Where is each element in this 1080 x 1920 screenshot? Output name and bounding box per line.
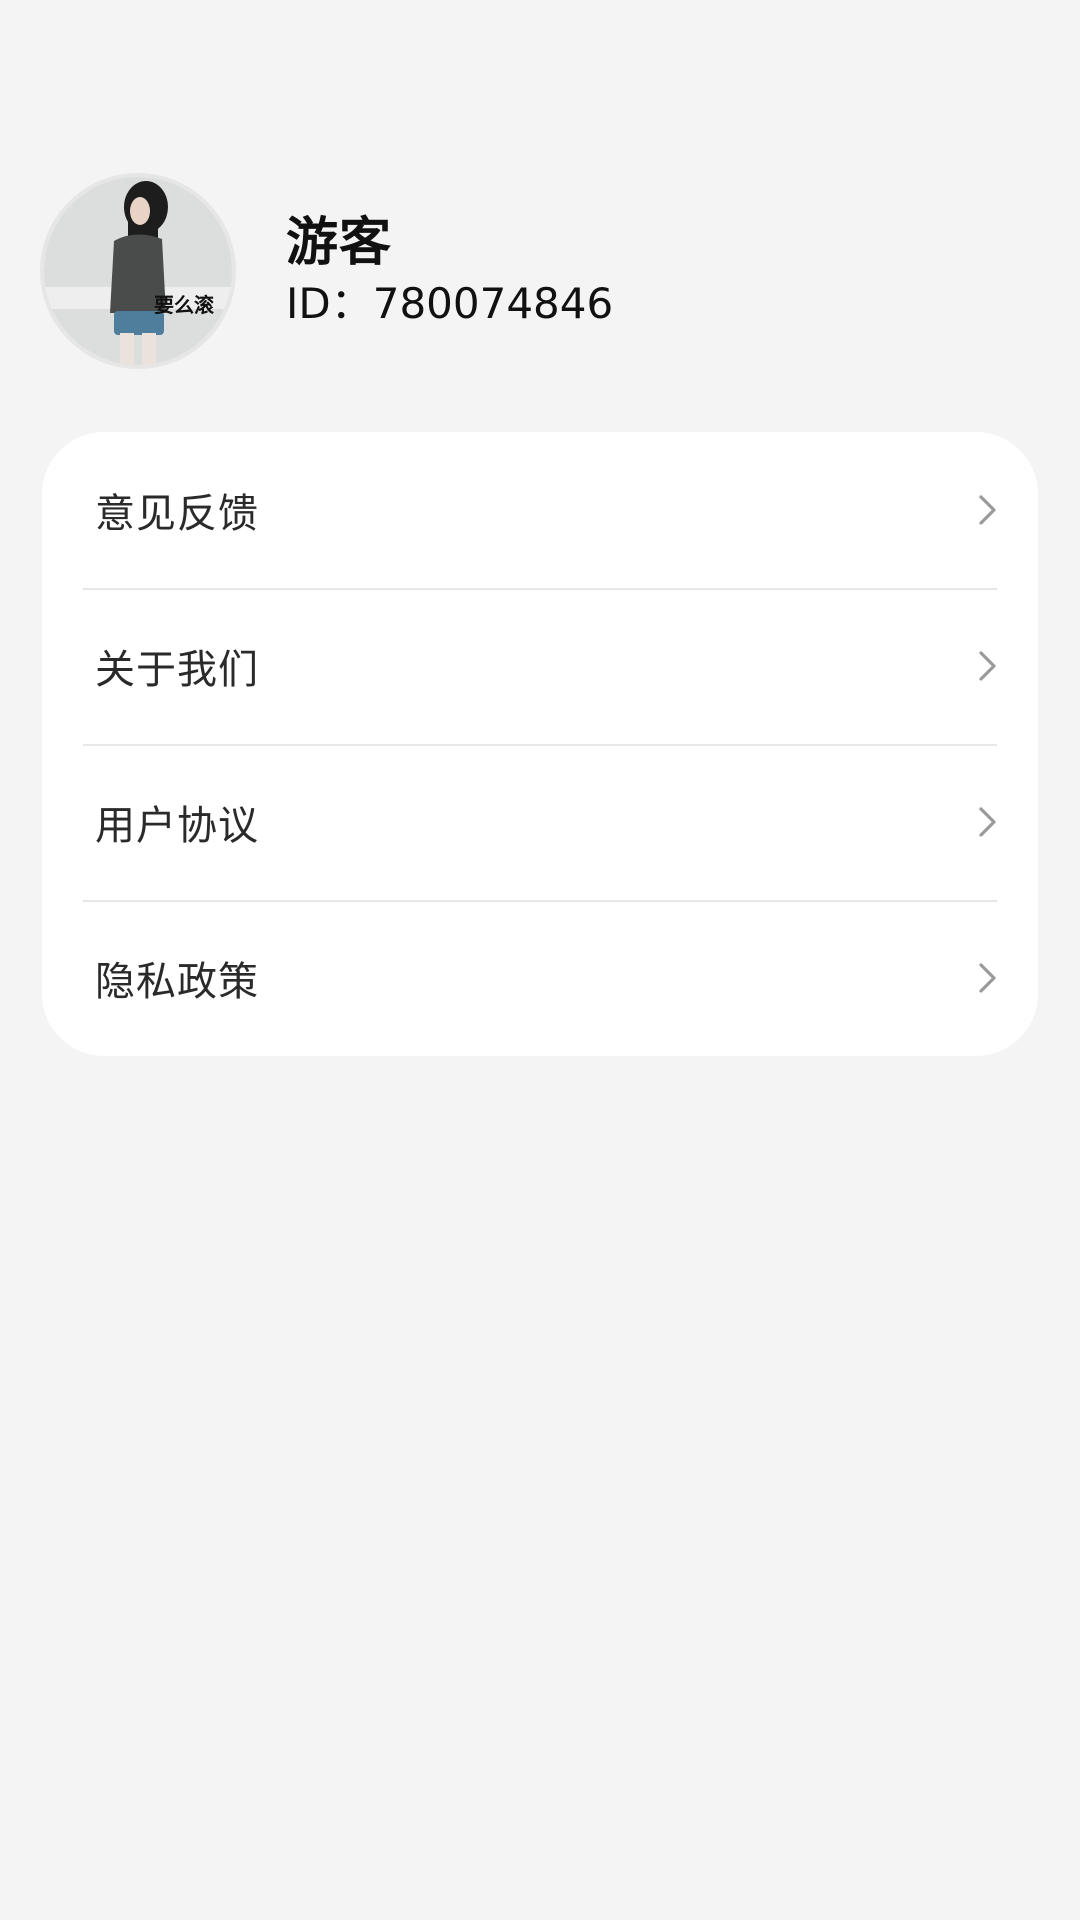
- profile-info: 游客 ID：780074846: [286, 211, 613, 331]
- menu-item-label: 关于我们: [95, 647, 259, 693]
- menu-item-about-us[interactable]: 关于我们: [42, 588, 1038, 744]
- chevron-right-icon: [979, 495, 996, 525]
- settings-menu: 意见反馈 关于我们 用户协议 隐私政策: [42, 432, 1038, 1056]
- user-id: ID：780074846: [286, 279, 614, 328]
- svg-text:要么滚: 要么滚: [154, 293, 215, 317]
- menu-item-privacy-policy[interactable]: 隐私政策: [42, 900, 1038, 1056]
- profile-header: 要么滚 游客 ID：780074846: [40, 172, 613, 370]
- chevron-right-icon: [979, 651, 996, 681]
- avatar-image: 要么滚: [44, 177, 232, 365]
- menu-item-user-agreement[interactable]: 用户协议: [42, 744, 1038, 900]
- chevron-right-icon: [979, 963, 996, 993]
- menu-item-label: 意见反馈: [95, 491, 259, 537]
- username: 游客: [286, 213, 393, 273]
- menu-item-feedback[interactable]: 意见反馈: [42, 432, 1038, 588]
- menu-item-label: 用户协议: [95, 803, 259, 849]
- avatar[interactable]: 要么滚: [40, 173, 236, 369]
- chevron-right-icon: [979, 807, 996, 837]
- menu-item-label: 隐私政策: [95, 959, 259, 1005]
